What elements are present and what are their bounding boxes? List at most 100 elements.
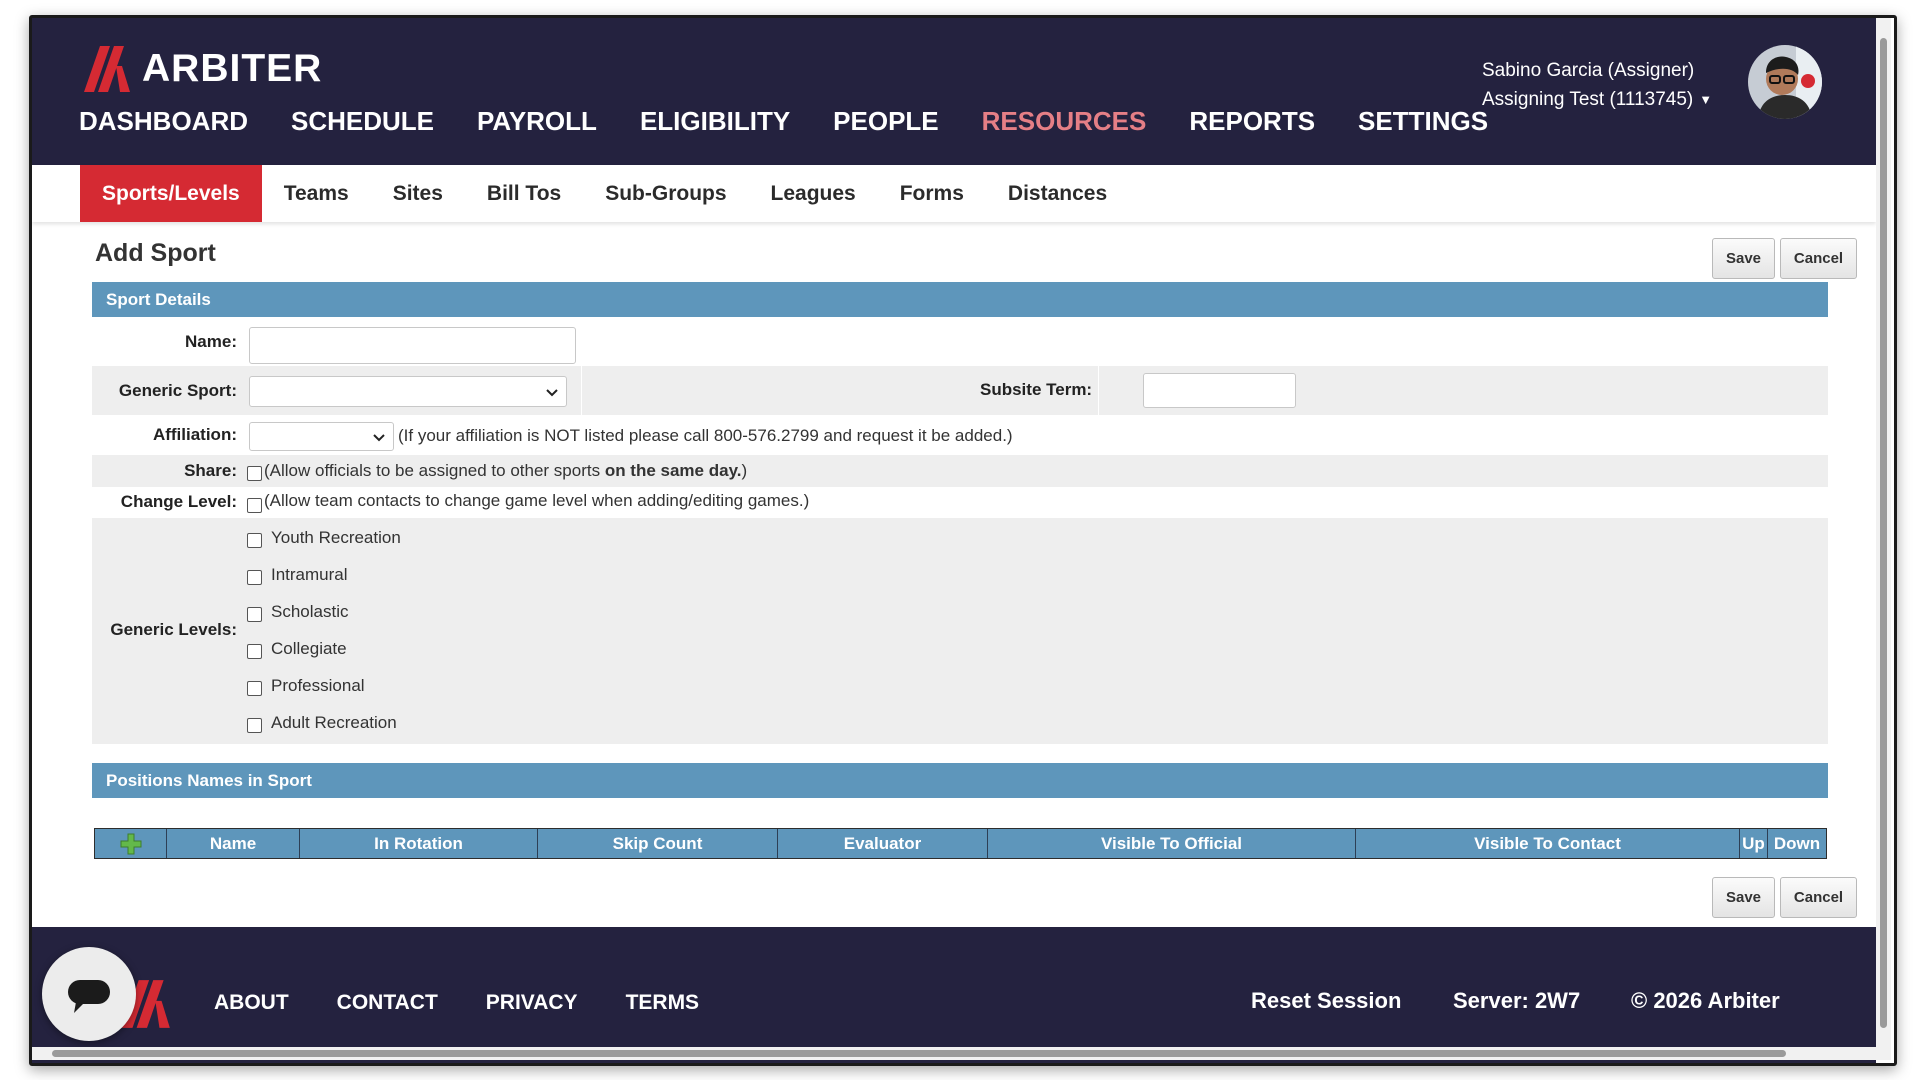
add-position-cell	[95, 829, 167, 858]
page-title: Add Sport	[95, 239, 216, 267]
tab-sites[interactable]: Sites	[371, 165, 465, 222]
chevron-down-icon	[373, 433, 385, 441]
col-down[interactable]: Down	[1768, 829, 1826, 858]
change-level-label: Change Level:	[120, 492, 237, 511]
generic-sport-label: Generic Sport:	[118, 381, 237, 400]
affiliation-select[interactable]	[249, 422, 394, 451]
name-input[interactable]	[249, 327, 576, 364]
tab-distances[interactable]: Distances	[986, 165, 1129, 222]
caret-down-icon[interactable]: ▼	[1699, 85, 1712, 114]
level-label: Scholastic	[271, 602, 349, 621]
level-label: Intramural	[271, 565, 348, 584]
share-text-bold: on the same day.	[604, 461, 742, 480]
footer-nav: ABOUT CONTACT PRIVACY TERMS	[214, 991, 747, 1015]
change-level-description: (Allow team contacts to change game leve…	[264, 491, 810, 510]
footer: ABOUT CONTACT PRIVACY TERMS Reset Sessio…	[32, 927, 1876, 1063]
share-text: (Allow officials to be assigned to other…	[264, 461, 605, 480]
plus-icon[interactable]	[120, 833, 142, 855]
brand-name: ARBITER	[142, 47, 323, 90]
level-checkbox[interactable]	[247, 681, 262, 696]
nav-schedule[interactable]: SCHEDULE	[291, 106, 434, 137]
level-label: Adult Recreation	[271, 713, 397, 732]
horizontal-scrollbar-thumb[interactable]	[52, 1050, 1786, 1057]
arbiter-logo[interactable]: ARBITER	[82, 46, 322, 92]
col-up[interactable]: Up	[1740, 829, 1768, 858]
share-text-end: )	[741, 461, 748, 480]
nav-eligibility[interactable]: ELIGIBILITY	[640, 106, 790, 137]
level-checkbox[interactable]	[247, 607, 262, 622]
tab-sports-levels[interactable]: Sports/Levels	[80, 165, 262, 222]
share-checkbox[interactable]	[247, 466, 262, 481]
top-header: ARBITER DASHBOARD SCHEDULE PAYROLL ELIGI…	[32, 18, 1876, 165]
cancel-button-bottom[interactable]: Cancel	[1780, 877, 1857, 918]
col-evaluator[interactable]: Evaluator	[778, 829, 988, 858]
level-checkbox[interactable]	[247, 533, 262, 548]
footer-link-terms[interactable]: TERMS	[626, 991, 700, 1015]
nav-dashboard[interactable]: DASHBOARD	[79, 106, 248, 137]
share-description: (Allow officials to be assigned to other…	[264, 461, 747, 481]
chat-widget-button[interactable]	[42, 947, 136, 1041]
server-label: Server: 2W7	[1453, 988, 1581, 1013]
horizontal-scrollbar[interactable]	[32, 1047, 1876, 1060]
col-in-rotation[interactable]: In Rotation	[300, 829, 538, 858]
level-checkbox[interactable]	[247, 644, 262, 659]
name-row: Name:	[92, 317, 1828, 366]
tab-sub-groups[interactable]: Sub-Groups	[583, 165, 748, 222]
avatar-photo-icon	[1748, 45, 1822, 119]
chevron-down-icon	[546, 388, 558, 396]
level-label: Professional	[271, 676, 365, 695]
level-checkbox[interactable]	[247, 718, 262, 733]
vertical-scrollbar[interactable]	[1876, 18, 1891, 1060]
footer-link-about[interactable]: ABOUT	[214, 991, 289, 1015]
col-visible-to-official[interactable]: Visible To Official	[988, 829, 1356, 858]
nav-people[interactable]: PEOPLE	[833, 106, 938, 137]
tab-leagues[interactable]: Leagues	[749, 165, 878, 222]
footer-link-contact[interactable]: CONTACT	[337, 991, 438, 1015]
save-button-bottom[interactable]: Save	[1712, 877, 1775, 918]
account-name: Assigning Test (1113745)	[1482, 89, 1694, 110]
nav-payroll[interactable]: PAYROLL	[477, 106, 597, 137]
share-row: Share: (Allow officials to be assigned t…	[92, 455, 1828, 487]
tab-forms[interactable]: Forms	[878, 165, 986, 222]
affiliation-row: Affiliation: (If your affiliation is NOT…	[92, 415, 1828, 455]
generic-levels-row: Generic Levels: Youth Recreation Intramu…	[92, 518, 1828, 744]
subsite-term-input[interactable]	[1143, 373, 1296, 408]
tab-bill-tos[interactable]: Bill Tos	[465, 165, 583, 222]
level-label: Collegiate	[271, 639, 347, 658]
nav-reports[interactable]: REPORTS	[1189, 106, 1315, 137]
reset-session-link[interactable]: Reset Session	[1251, 988, 1401, 1014]
name-label: Name:	[185, 332, 237, 351]
col-name[interactable]: Name	[167, 829, 300, 858]
positions-header: Positions Names in Sport	[92, 763, 1828, 798]
col-skip-count[interactable]: Skip Count	[538, 829, 778, 858]
arbiter-logo-mark-icon	[84, 46, 130, 92]
nav-settings[interactable]: SETTINGS	[1358, 106, 1488, 137]
col-visible-to-contact[interactable]: Visible To Contact	[1356, 829, 1740, 858]
sport-details-header: Sport Details	[92, 282, 1828, 317]
nav-resources[interactable]: RESOURCES	[982, 106, 1147, 137]
main-nav: DASHBOARD SCHEDULE PAYROLL ELIGIBILITY P…	[79, 106, 1531, 137]
cancel-button-top[interactable]: Cancel	[1780, 238, 1857, 279]
affiliation-note: (If your affiliation is NOT listed pleas…	[398, 426, 1013, 445]
tab-teams[interactable]: Teams	[262, 165, 371, 222]
sub-nav: Sports/Levels Teams Sites Bill Tos Sub-G…	[32, 165, 1876, 222]
generic-levels-label: Generic Levels:	[110, 620, 237, 639]
generic-sport-row: Generic Sport: Subsite Term:	[92, 366, 1828, 415]
affiliation-label: Affiliation:	[152, 425, 237, 444]
level-checkbox[interactable]	[247, 570, 262, 585]
footer-link-privacy[interactable]: PRIVACY	[486, 991, 578, 1015]
subsite-term-label: Subsite Term:	[980, 380, 1093, 399]
vertical-scrollbar-thumb[interactable]	[1880, 38, 1887, 1028]
save-button-top[interactable]: Save	[1712, 238, 1775, 279]
change-level-row: Change Level: (Allow team contacts to ch…	[92, 487, 1828, 518]
avatar[interactable]	[1748, 45, 1822, 119]
user-menu[interactable]: Sabino Garcia (Assigner) Assigning Test …	[1482, 56, 1712, 114]
copyright-text: © 2026 Arbiter	[1631, 988, 1780, 1013]
generic-sport-select[interactable]	[249, 376, 567, 407]
change-level-checkbox[interactable]	[247, 498, 262, 513]
user-name: Sabino Garcia (Assigner)	[1482, 60, 1695, 81]
level-label: Youth Recreation	[271, 528, 401, 547]
positions-table-header: Name In Rotation Skip Count Evaluator Vi…	[94, 828, 1827, 859]
chat-bubble-icon	[68, 980, 110, 1013]
browser-window: ARBITER DASHBOARD SCHEDULE PAYROLL ELIGI…	[29, 15, 1897, 1066]
